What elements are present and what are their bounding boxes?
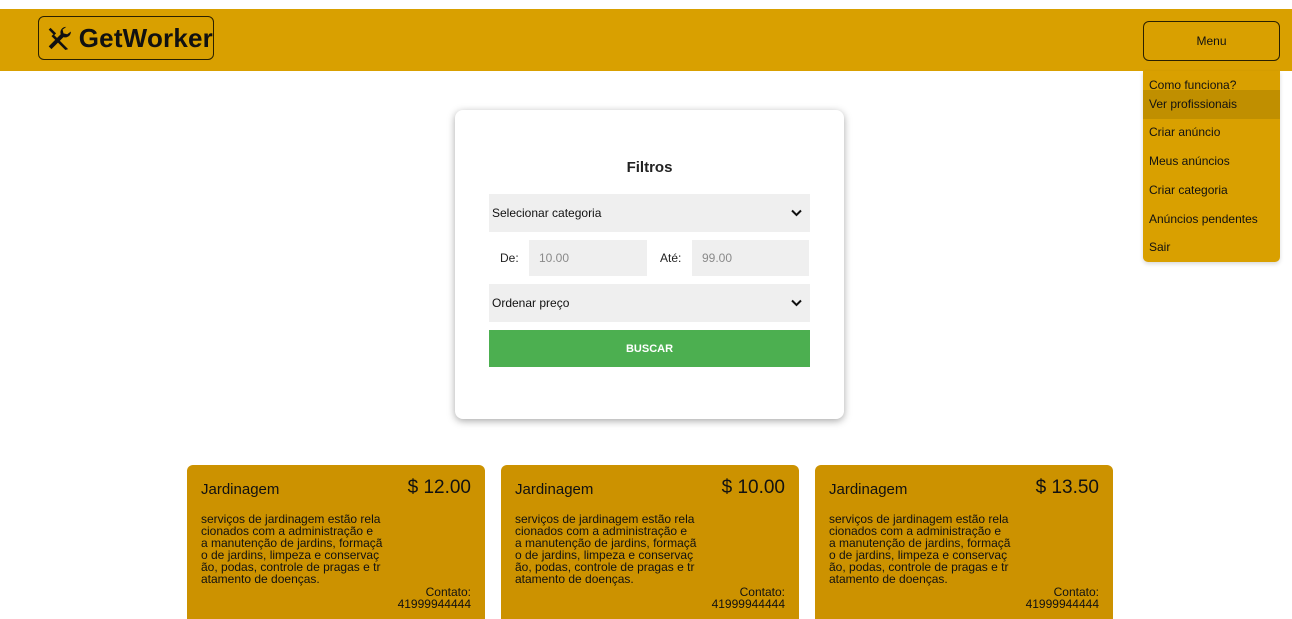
menu-item-meus-anuncios[interactable]: Meus anúncios [1143, 147, 1280, 176]
ad-description: serviços de jardinagem estão relacionado… [201, 512, 383, 586]
logo[interactable]: GetWorker [38, 16, 214, 60]
menu-dropdown: Como funciona? Ver profissionais Criar a… [1143, 71, 1280, 262]
ad-contact: Contato: 41999944444 [1026, 586, 1099, 610]
menu-item-criar-categoria[interactable]: Criar categoria [1143, 176, 1280, 205]
ad-description: serviços de jardinagem estão relacionado… [515, 512, 697, 586]
chevron-down-icon [791, 299, 802, 307]
order-select-value: Ordenar preço [492, 296, 570, 310]
ad-card[interactable]: Jardinagem $ 13.50 serviços de jardinage… [815, 465, 1113, 619]
contact-phone: 41999944444 [711, 597, 785, 611]
menu-item-ver-profissionais[interactable]: Ver profissionais [1143, 90, 1280, 119]
menu-button[interactable]: Menu [1143, 21, 1280, 61]
search-button[interactable]: BUSCAR [489, 330, 810, 367]
ad-title: Jardinagem [515, 481, 594, 498]
to-label: Até: [660, 251, 682, 265]
ad-price: $ 10.00 [721, 477, 785, 498]
price-to-input[interactable] [692, 240, 809, 276]
order-select[interactable]: Ordenar preço [489, 284, 810, 322]
contact-phone: 41999944444 [397, 597, 471, 611]
ad-title: Jardinagem [201, 481, 280, 498]
price-from-input[interactable] [529, 240, 647, 276]
chevron-down-icon [791, 209, 802, 217]
ad-card[interactable]: Jardinagem $ 12.00 serviços de jardinage… [187, 465, 485, 619]
ad-title: Jardinagem [829, 481, 908, 498]
ad-contact: Contato: 41999944444 [398, 586, 471, 610]
menu-item-criar-anuncio[interactable]: Criar anúncio [1143, 118, 1280, 147]
contact-phone: 41999944444 [1025, 597, 1099, 611]
category-select-value: Selecionar categoria [492, 206, 602, 220]
ad-card[interactable]: Jardinagem $ 10.00 serviços de jardinage… [501, 465, 799, 619]
filter-title: Filtros [626, 159, 673, 176]
tools-icon [48, 26, 71, 51]
ad-description: serviços de jardinagem estão relacionado… [829, 512, 1011, 586]
from-label: De: [500, 251, 519, 265]
ad-price: $ 13.50 [1035, 477, 1099, 498]
ad-contact: Contato: 41999944444 [712, 586, 785, 610]
ad-price: $ 12.00 [407, 477, 471, 498]
brand-name: GetWorker [78, 22, 213, 53]
menu-item-anuncios-pendentes[interactable]: Anúncios pendentes [1143, 205, 1280, 234]
filter-card: Filtros Selecionar categoria De: Até: Or… [455, 110, 844, 419]
category-select[interactable]: Selecionar categoria [489, 194, 810, 232]
menu-item-sair[interactable]: Sair [1143, 233, 1280, 262]
